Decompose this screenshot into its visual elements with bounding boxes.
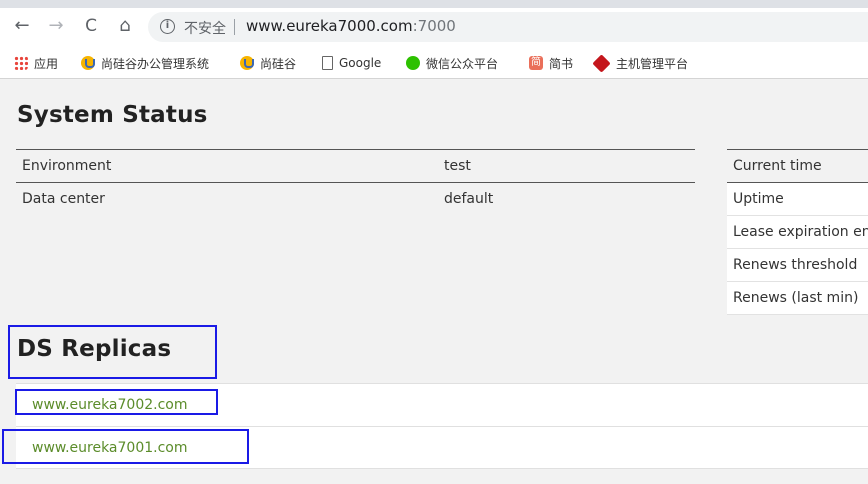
list-item: www.eureka7002.com xyxy=(16,383,868,426)
bookmark-host-admin[interactable]: 主机管理平台 xyxy=(592,53,689,73)
bookmark-label: 主机管理平台 xyxy=(616,56,689,71)
wechat-icon xyxy=(406,56,420,70)
bookmark-label: 尚硅谷办公管理系统 xyxy=(101,56,210,71)
instance-status-table: Current time Uptime Lease expiration en … xyxy=(727,149,868,315)
toolbar: ← → C ⌂ i 不安全 www.eureka7000.com:7000 xyxy=(0,8,868,46)
table-row: Environment test xyxy=(16,149,695,183)
bookmark-apps[interactable]: 应用 xyxy=(14,54,58,72)
reload-icon[interactable]: C xyxy=(79,14,103,38)
atguigu-icon xyxy=(240,56,254,70)
url-text[interactable]: www.eureka7000.com:7000 xyxy=(246,17,456,35)
apps-grid-icon xyxy=(14,56,28,70)
ds-replicas-list: www.eureka7002.com www.eureka7001.com xyxy=(16,383,868,469)
address-bar[interactable]: i 不安全 www.eureka7000.com:7000 xyxy=(148,12,868,42)
status-value: default xyxy=(444,191,494,208)
home-icon[interactable]: ⌂ xyxy=(113,14,137,38)
bookmark-label: 应用 xyxy=(34,56,59,71)
bookmark-label: Google xyxy=(339,56,382,70)
table-row: Data center default xyxy=(16,183,695,216)
jianshu-icon: 简 xyxy=(529,56,543,70)
page-icon xyxy=(322,56,333,70)
url-host: www.eureka7000.com xyxy=(246,17,413,35)
status-label: Lease expiration en xyxy=(727,215,868,249)
replica-link[interactable]: www.eureka7001.com xyxy=(32,440,187,456)
bookmark-jianshu[interactable]: 简 简书 xyxy=(529,54,573,72)
list-item: www.eureka7001.com xyxy=(16,426,868,469)
status-label: Current time xyxy=(727,149,868,183)
status-label: Data center xyxy=(22,191,105,208)
tab-strip xyxy=(0,0,868,8)
status-label: Uptime xyxy=(727,182,868,216)
url-port: :7000 xyxy=(412,17,456,35)
bookmark-label: 简书 xyxy=(549,56,574,71)
info-icon[interactable]: i xyxy=(160,19,175,34)
bookmark-wechat[interactable]: 微信公众平台 xyxy=(406,54,498,72)
status-label: Renews threshold xyxy=(727,248,868,282)
bookmark-label: 微信公众平台 xyxy=(426,56,499,71)
bookmark-google[interactable]: Google xyxy=(322,54,381,72)
atguigu-icon xyxy=(81,56,95,70)
system-status-title: System Status xyxy=(17,102,208,128)
back-icon[interactable]: ← xyxy=(10,14,34,38)
bookmark-atguigu[interactable]: 尚硅谷 xyxy=(240,54,296,72)
status-label: Renews (last min) xyxy=(727,281,868,315)
security-label[interactable]: 不安全 xyxy=(184,18,226,38)
bookmark-atguigu-oa[interactable]: 尚硅谷办公管理系统 xyxy=(81,54,209,72)
omnibox-divider xyxy=(234,19,235,35)
table-row: Lease expiration en xyxy=(727,215,868,249)
bookmarks-bar: 应用 尚硅谷办公管理系统 尚硅谷 Google 微信公众平台 简 简书 主机管理… xyxy=(0,46,868,79)
table-row: Renews (last min) xyxy=(727,281,868,315)
forward-icon[interactable]: → xyxy=(44,14,68,38)
bookmark-label: 尚硅谷 xyxy=(260,56,297,71)
status-value: test xyxy=(444,149,695,183)
host-icon xyxy=(592,53,611,73)
table-row: Current time xyxy=(727,149,868,183)
table-row: Uptime xyxy=(727,182,868,216)
ds-replicas-title: DS Replicas xyxy=(17,336,172,362)
eureka-dashboard: System Status Environment test Data cent… xyxy=(0,80,868,484)
replica-link[interactable]: www.eureka7002.com xyxy=(32,397,187,413)
system-status-table: Environment test Data center default xyxy=(16,149,695,216)
table-row: Renews threshold xyxy=(727,248,868,282)
status-label: Environment xyxy=(16,149,444,183)
